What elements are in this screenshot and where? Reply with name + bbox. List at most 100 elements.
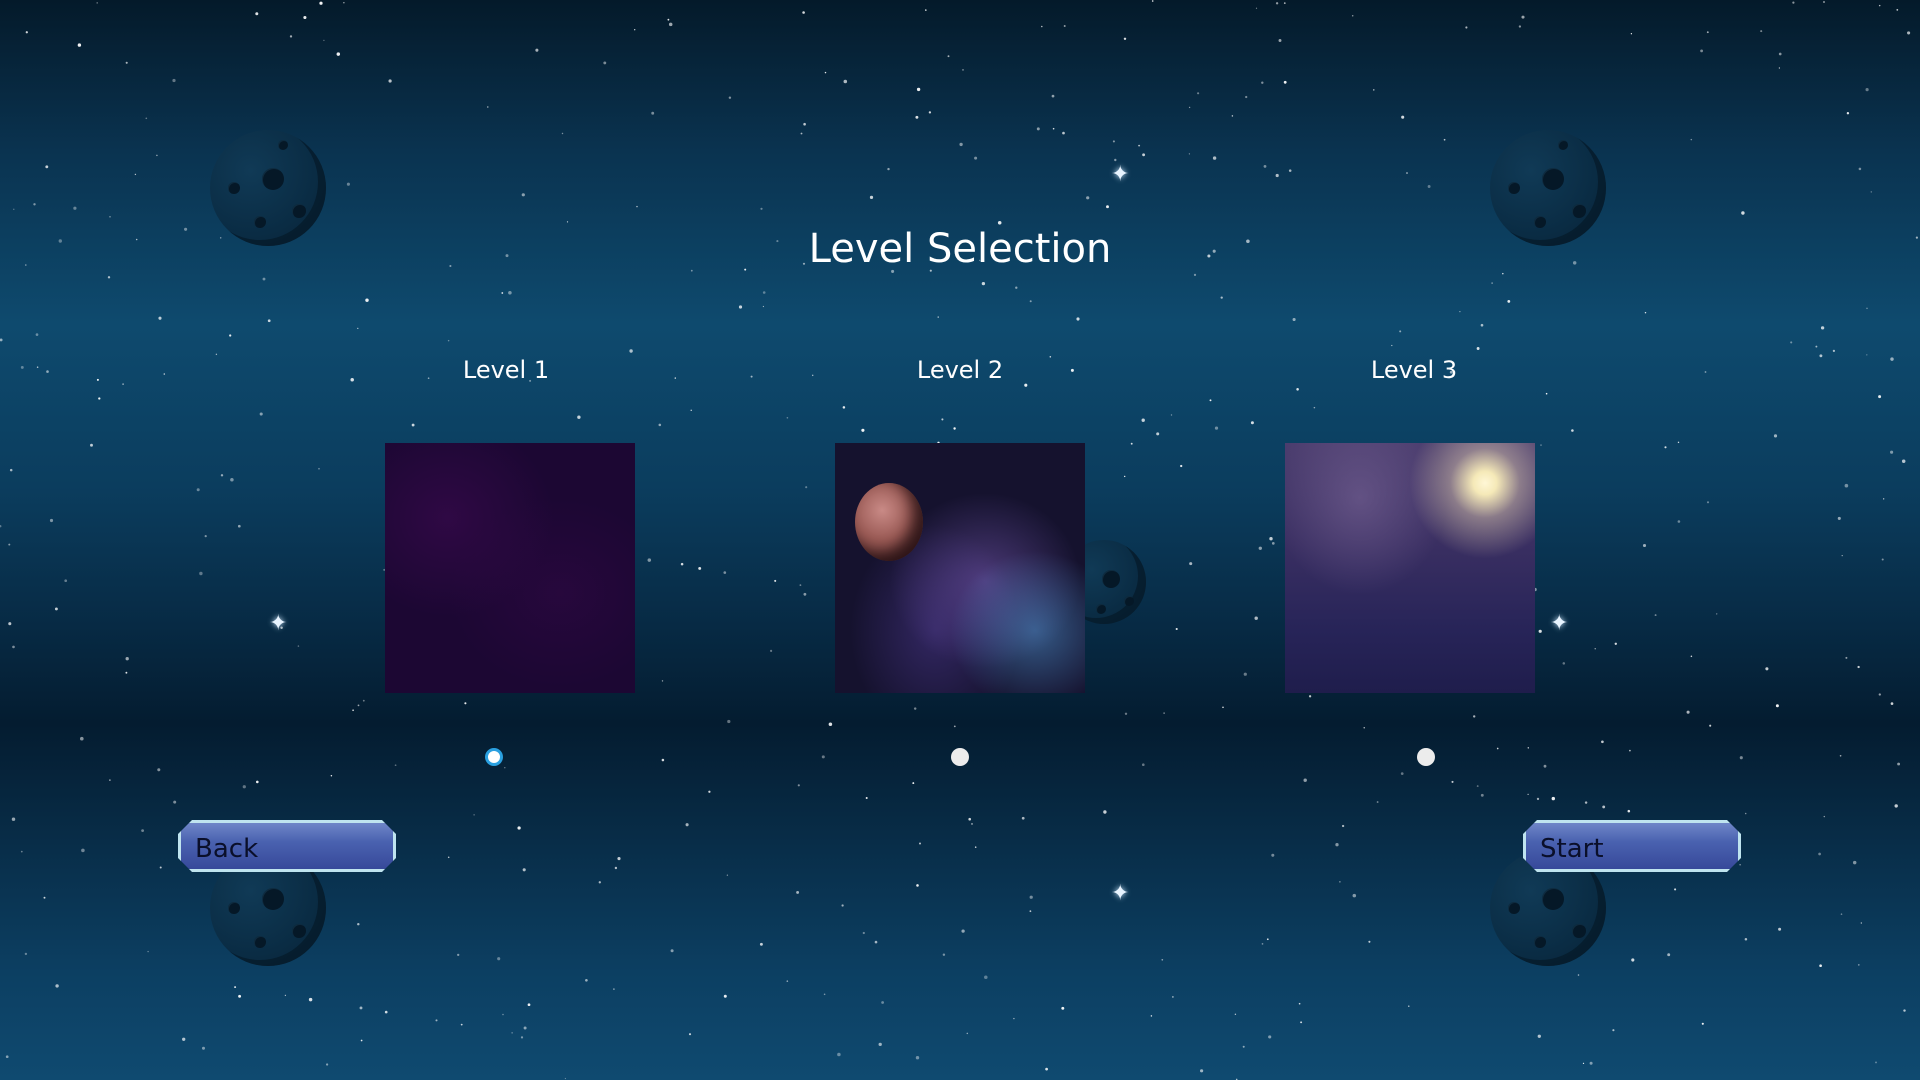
- background-star: [1335, 843, 1339, 847]
- background-star: [1266, 938, 1269, 941]
- background-star: [172, 78, 176, 83]
- background-star: [1627, 809, 1631, 813]
- background-star: [1180, 464, 1183, 468]
- level-1-thumbnail[interactable]: [385, 443, 635, 693]
- background-star: [874, 940, 878, 944]
- background-star: [1189, 562, 1193, 566]
- background-star: [1245, 95, 1248, 99]
- background-star: [1594, 648, 1596, 650]
- background-star: [343, 2, 345, 4]
- background-star: [12, 645, 15, 649]
- background-star: [668, 22, 673, 27]
- background-star: [953, 725, 956, 728]
- background-star: [487, 106, 489, 108]
- background-star: [799, 584, 802, 586]
- background-star: [759, 942, 763, 946]
- background-star: [360, 1039, 363, 1042]
- background-star: [1521, 15, 1525, 19]
- background-star: [1819, 354, 1823, 358]
- background-star: [1451, 780, 1454, 783]
- background-star: [1614, 642, 1617, 645]
- background-star: [1103, 810, 1107, 814]
- background-star: [1778, 52, 1782, 56]
- background-star: [842, 406, 846, 409]
- background-star: [1496, 747, 1499, 750]
- background-star: [1197, 92, 1200, 95]
- background-star: [1819, 964, 1822, 968]
- background-star: [1296, 388, 1299, 391]
- background-star: [561, 132, 564, 135]
- background-star: [1778, 67, 1781, 69]
- level-3-radio[interactable]: [1417, 748, 1435, 766]
- background-star: [962, 69, 964, 71]
- back-button[interactable]: Back: [178, 820, 396, 872]
- background-star: [959, 142, 963, 147]
- background-star: [802, 11, 805, 14]
- background-star: [36, 366, 39, 368]
- level-3-thumbnail[interactable]: [1285, 443, 1535, 693]
- background-star: [1278, 39, 1282, 42]
- level-1-radio[interactable]: [485, 748, 503, 766]
- background-star: [564, 1077, 567, 1080]
- background-star: [667, 18, 670, 21]
- background-star: [1612, 1029, 1615, 1032]
- background-star: [1878, 395, 1882, 399]
- background-star: [1214, 426, 1219, 430]
- background-star: [1571, 429, 1574, 432]
- background-star: [259, 412, 263, 416]
- background-star: [1790, 341, 1793, 344]
- background-star: [723, 571, 727, 574]
- background-star: [1062, 131, 1065, 135]
- background-star: [1313, 406, 1316, 409]
- background-star: [728, 96, 732, 99]
- level-2-label: Level 2: [916, 356, 1004, 384]
- background-star: [1507, 300, 1511, 303]
- sparkle-star-icon: ✦: [1111, 881, 1130, 906]
- background-star: [916, 87, 921, 92]
- background-star: [147, 950, 149, 953]
- background-star: [1536, 797, 1540, 801]
- background-star: [598, 881, 601, 884]
- background-star: [941, 418, 944, 421]
- background-star: [473, 814, 475, 816]
- background-star: [1150, 1015, 1153, 1017]
- background-star: [25, 31, 28, 34]
- background-star: [362, 699, 365, 702]
- background-star: [762, 291, 766, 294]
- background-star: [1875, 1061, 1877, 1064]
- background-star: [1188, 106, 1191, 109]
- background-star: [1677, 520, 1681, 523]
- background-star: [1701, 1022, 1704, 1025]
- background-star: [1845, 656, 1848, 659]
- background-star: [708, 790, 711, 793]
- level-2-thumbnail[interactable]: [835, 443, 1085, 693]
- background-star: [1351, 15, 1354, 17]
- background-star: [1896, 8, 1899, 11]
- background-star: [497, 957, 501, 961]
- background-star: [262, 277, 266, 281]
- background-star: [1141, 763, 1145, 767]
- background-star: [1844, 483, 1849, 488]
- background-star: [634, 29, 636, 31]
- background-star: [658, 423, 662, 427]
- background-star: [925, 9, 927, 11]
- background-star: [1881, 558, 1884, 561]
- background-star: [1188, 153, 1191, 155]
- background-star: [447, 339, 450, 342]
- background-star: [674, 377, 676, 379]
- background-star: [688, 1033, 692, 1036]
- background-star: [1700, 49, 1703, 53]
- background-star: [1288, 169, 1292, 172]
- background-star: [1866, 307, 1868, 310]
- background-star: [1339, 881, 1341, 883]
- background-star: [821, 755, 825, 759]
- background-star: [267, 319, 271, 323]
- level-2-radio[interactable]: [951, 748, 969, 766]
- background-star: [1852, 860, 1857, 865]
- start-button[interactable]: Start: [1523, 820, 1741, 872]
- background-star: [1823, 1, 1825, 3]
- background-star: [1465, 26, 1468, 29]
- background-star: [1476, 785, 1479, 788]
- background-star: [54, 607, 58, 611]
- background-star: [1878, 4, 1881, 7]
